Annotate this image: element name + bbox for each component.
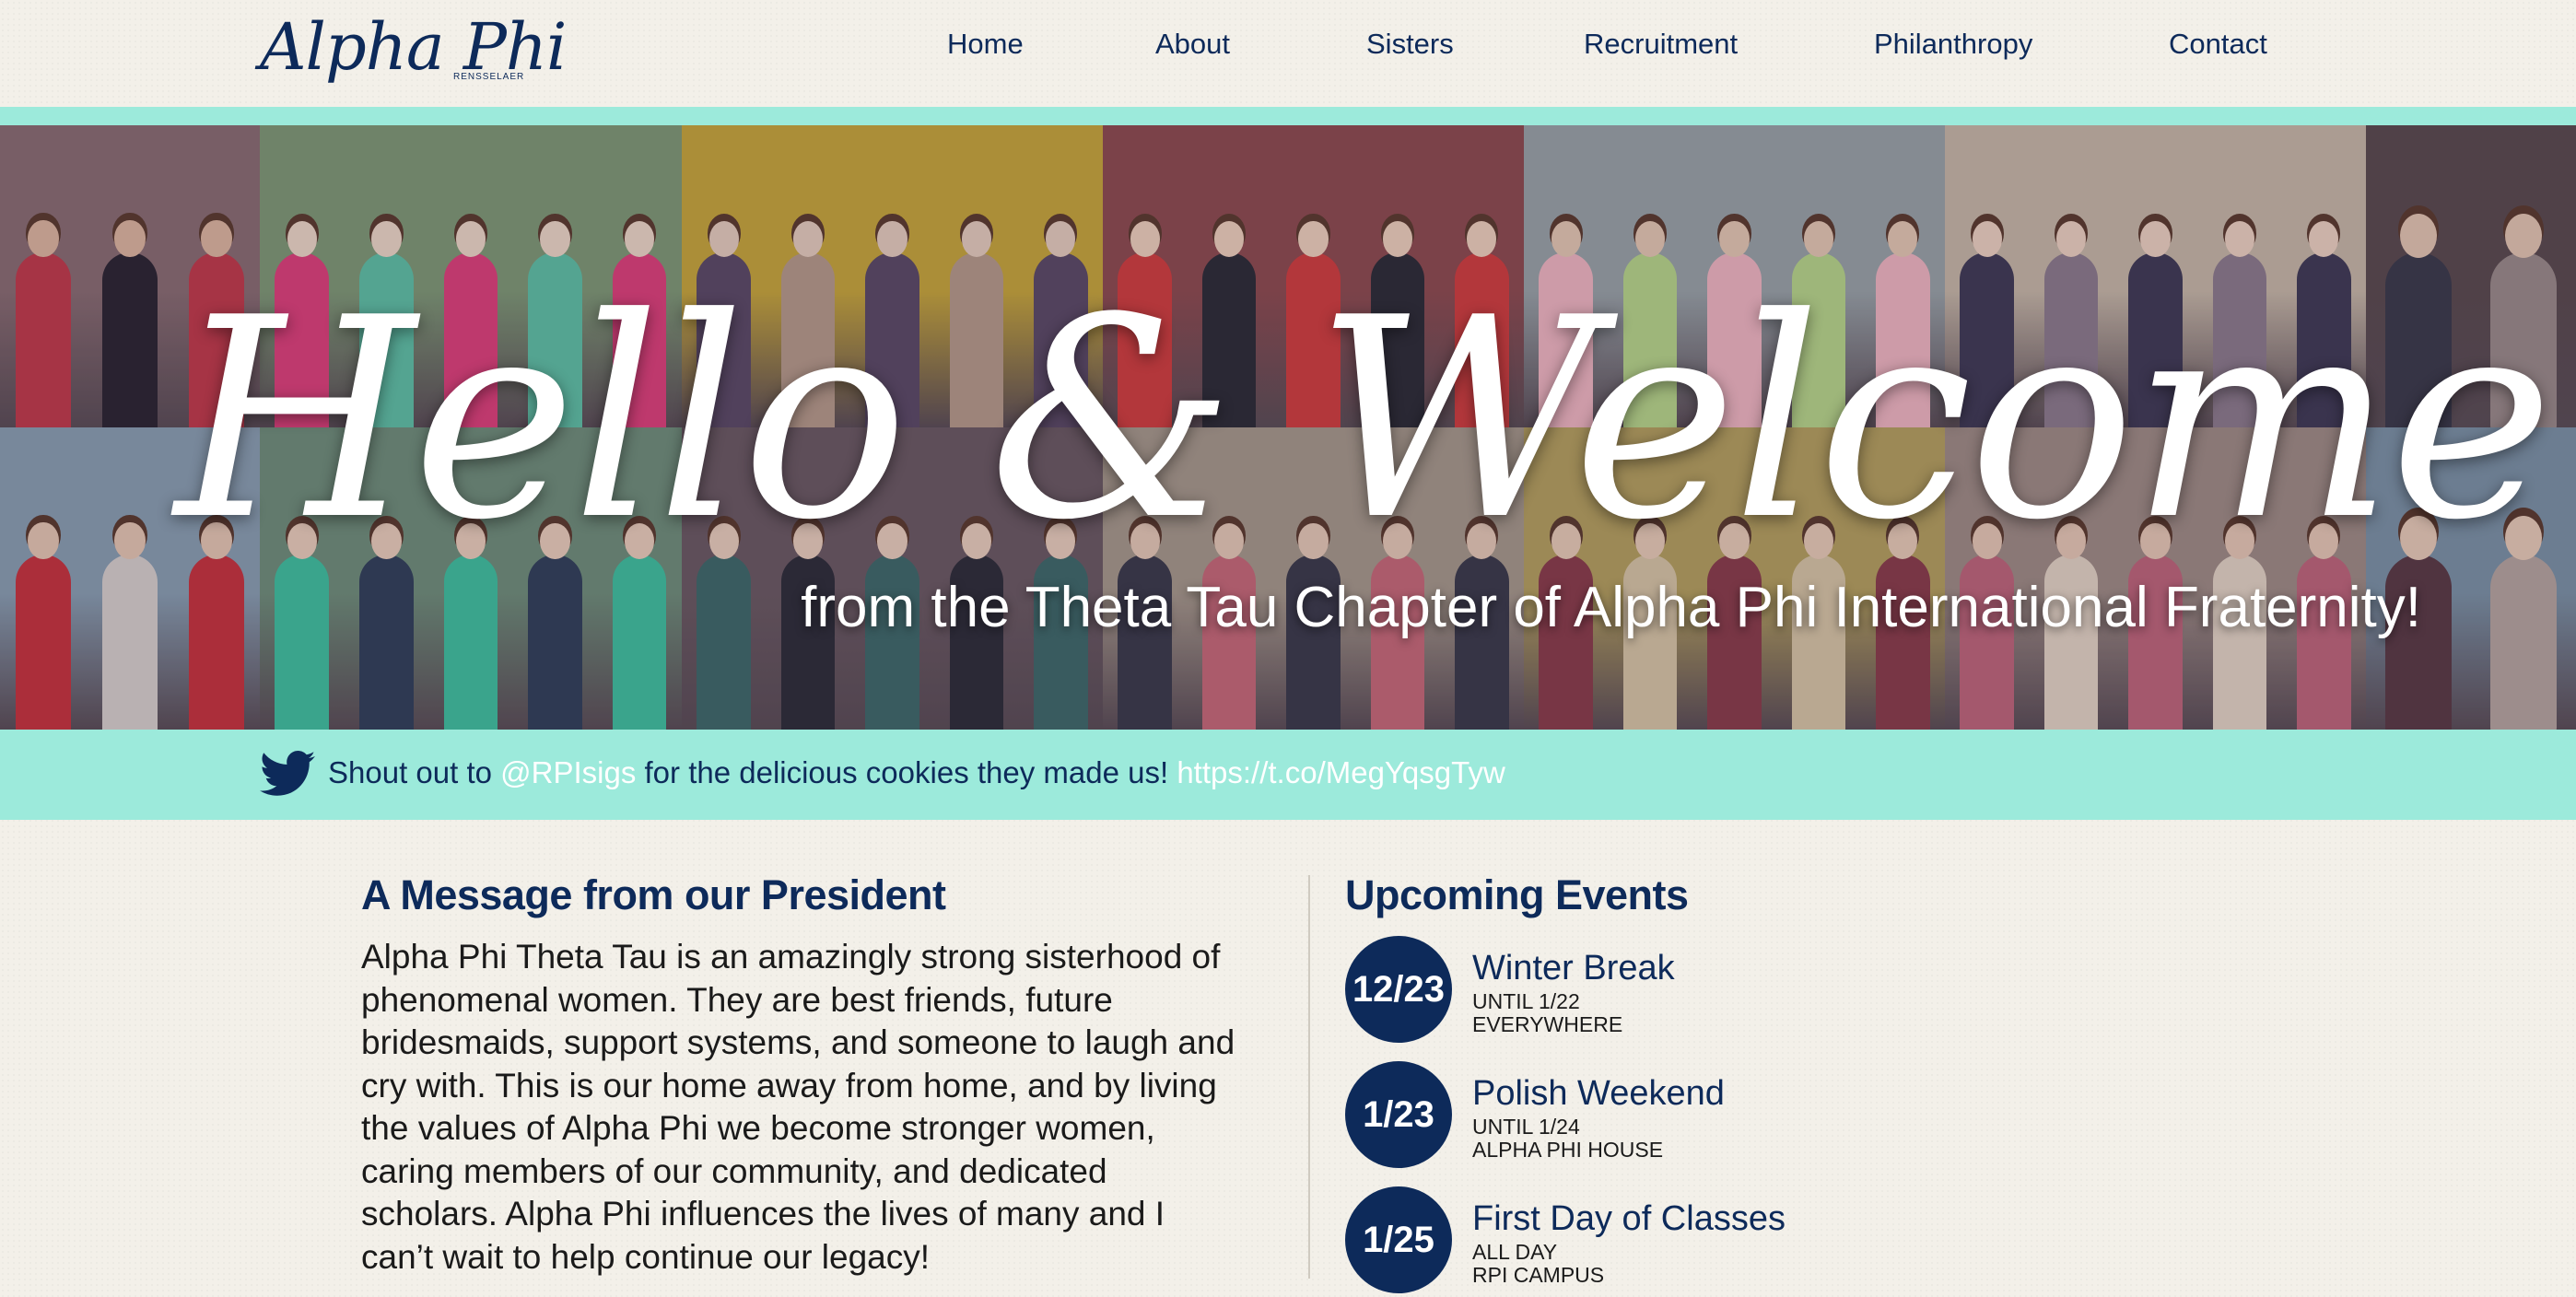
nav-philanthropy[interactable]: Philanthropy: [1874, 28, 2032, 61]
nav-contact[interactable]: Contact: [2169, 28, 2267, 61]
nav-sisters[interactable]: Sisters: [1366, 28, 1454, 61]
tweet-prefix: Shout out to: [328, 755, 501, 789]
header-accent-bar: [0, 107, 2576, 125]
tweet-url-link[interactable]: https://t.co/MegYqsgTyw: [1177, 755, 1505, 789]
event-when: UNTIL 1/24: [1472, 1115, 1580, 1139]
nav-about[interactable]: About: [1155, 28, 1230, 61]
event-date-badge: 1/23: [1345, 1061, 1452, 1168]
president-section-title: A Message from our President: [361, 871, 946, 918]
twitter-feed-bar: Shout out to @RPIsigs for the delicious …: [0, 730, 2576, 820]
president-message: Alpha Phi Theta Tau is an amazingly stro…: [361, 938, 1235, 1276]
hero-title: Hello & Welcome: [175, 259, 2553, 580]
event-date-badge: 1/25: [1345, 1186, 1452, 1293]
event-item[interactable]: 1/23 Polish Weekend UNTIL 1/24 ALPHA PHI…: [1345, 1061, 1990, 1172]
nav-home[interactable]: Home: [947, 28, 1024, 61]
column-divider: [1308, 875, 1310, 1279]
event-name[interactable]: First Day of Classes: [1472, 1199, 1786, 1239]
event-where: RPI CAMPUS: [1472, 1263, 1605, 1287]
event-name[interactable]: Polish Weekend: [1472, 1074, 1725, 1114]
site-header: Alpha Phi RENSSELAER Home About Sisters …: [0, 0, 2576, 107]
twitter-bird-icon[interactable]: [260, 750, 315, 798]
event-item[interactable]: 12/23 Winter Break UNTIL 1/22 EVERYWHERE: [1345, 936, 1990, 1046]
alpha-phi-logo[interactable]: Alpha Phi RENSSELAER: [260, 9, 567, 92]
logo-subtitle: RENSSELAER: [453, 72, 525, 82]
event-when: ALL DAY: [1472, 1240, 1558, 1264]
tweet-middle: for the delicious cookies they made us!: [636, 755, 1177, 789]
event-item[interactable]: 1/25 First Day of Classes ALL DAY RPI CA…: [1345, 1186, 1990, 1297]
hero-subtitle: from the Theta Tau Chapter of Alpha Phi …: [801, 576, 2421, 639]
event-where: ALPHA PHI HOUSE: [1472, 1138, 1664, 1162]
event-when: UNTIL 1/22: [1472, 989, 1580, 1013]
hero-banner: Hello & Welcome from the Theta Tau Chapt…: [0, 125, 2576, 730]
nav-recruitment[interactable]: Recruitment: [1584, 28, 1738, 61]
event-name[interactable]: Winter Break: [1472, 949, 1675, 988]
events-section-title: Upcoming Events: [1345, 871, 1689, 918]
tweet-mention-link[interactable]: @RPIsigs: [500, 755, 636, 789]
tweet-text: Shout out to @RPIsigs for the delicious …: [328, 755, 1505, 790]
event-date-badge: 12/23: [1345, 936, 1452, 1043]
event-where: EVERYWHERE: [1472, 1012, 1623, 1036]
